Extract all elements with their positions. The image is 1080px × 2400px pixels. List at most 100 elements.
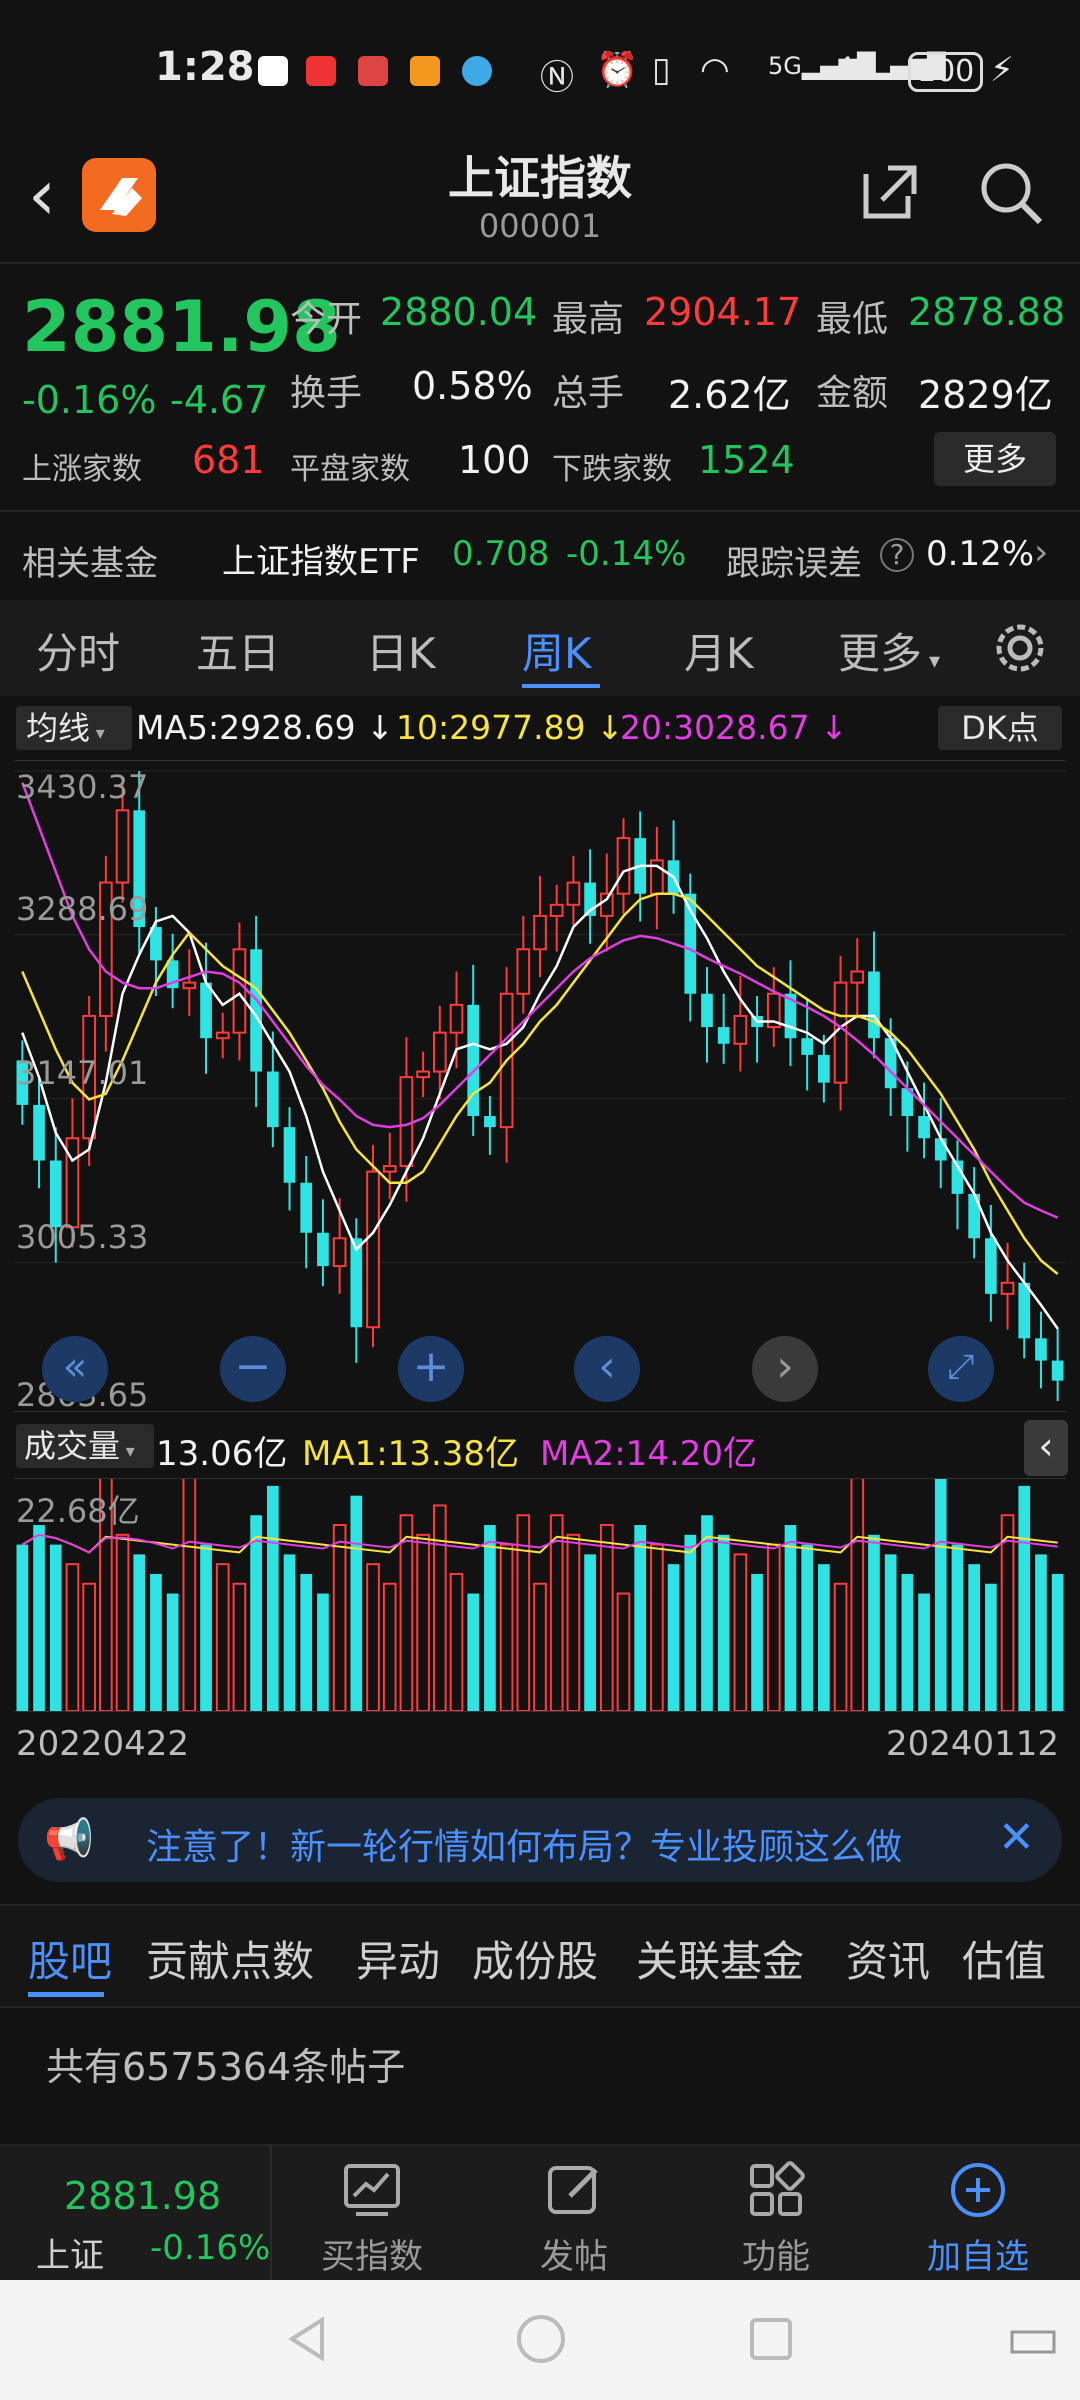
volume-bar (399, 1514, 414, 1711)
post-count: 共有6575364条帖子 (46, 2045, 406, 2089)
volume-bar (650, 1543, 664, 1711)
post-button[interactable]: 发帖 (494, 2146, 654, 2278)
dropdown-icon: ▾ (922, 649, 941, 674)
candle (266, 1071, 279, 1128)
candle (533, 914, 547, 951)
candle (850, 970, 865, 984)
mini-price: 2881.98 (64, 2174, 222, 2218)
dropdown-icon: ▾ (120, 1441, 135, 1462)
alarm-icon: ⏰ (596, 50, 639, 90)
amount-value: 2829亿 (918, 373, 1053, 417)
candle (918, 1116, 930, 1139)
dk-point-button[interactable]: DK点 (938, 706, 1062, 750)
candle (549, 903, 564, 917)
volume-bar (1018, 1485, 1031, 1711)
volume-selector-label: 成交量 (24, 1427, 121, 1465)
low-value: 2878.88 (908, 290, 1066, 334)
app-notification-icon (462, 56, 492, 86)
volume-bar (667, 1564, 680, 1711)
tab-constituents[interactable]: 成份股 (472, 1928, 598, 1989)
volume-bar (818, 1564, 830, 1711)
zoom-in-icon[interactable]: + (398, 1336, 464, 1402)
tab-intraday[interactable]: 分时 (36, 620, 120, 681)
tab-daily-k[interactable]: 日K (366, 620, 436, 681)
volume-bar (801, 1544, 814, 1711)
share-button[interactable] (858, 160, 922, 228)
candle (350, 1238, 363, 1328)
fund-name: 上证指数ETF (222, 542, 420, 582)
candle (300, 1182, 313, 1233)
candle (382, 1165, 397, 1173)
volume-chart-area[interactable] (14, 1478, 1066, 1712)
open-label: 今开 (290, 299, 363, 340)
search-button[interactable] (978, 160, 1044, 230)
mini-index-name: 上证 (36, 2236, 104, 2276)
volume-indicator-selector[interactable]: 成交量 ▾ (16, 1424, 154, 1468)
volume-bar (584, 1554, 596, 1711)
volume-bar (332, 1524, 347, 1711)
zoom-out-icon[interactable]: − (220, 1336, 286, 1402)
up-count-label: 上涨家数 (22, 452, 142, 487)
candle (985, 1238, 997, 1294)
volume-bar (701, 1515, 713, 1711)
tab-weekly-k[interactable]: 周K (522, 620, 592, 681)
collapse-panel-icon[interactable]: ‹ (1024, 1420, 1068, 1476)
step-right-icon[interactable]: › (752, 1336, 818, 1402)
functions-label: 功能 (742, 2237, 810, 2277)
nav-recents-icon[interactable] (746, 2314, 796, 2364)
up-count: 681 (192, 438, 265, 482)
candle (283, 1127, 296, 1183)
chart-settings-button[interactable] (992, 620, 1048, 680)
low-label: 最低 (816, 299, 889, 340)
amount-label: 金额 (816, 373, 889, 414)
nav-home-icon[interactable] (514, 2312, 568, 2366)
chevron-right-icon: › (1034, 532, 1049, 573)
candle (701, 993, 713, 1028)
tab-valuation[interactable]: 估值 (962, 1928, 1046, 1989)
y-axis-label: 3430.37 (16, 768, 149, 806)
candle (232, 948, 247, 1034)
more-button[interactable]: 更多 (934, 432, 1056, 486)
volume-bar (300, 1573, 313, 1711)
candle (317, 1232, 329, 1267)
related-fund-row[interactable]: 相关基金 上证指数ETF 0.708 -0.14% 跟踪误差 ? 0.12% › (0, 512, 1080, 598)
volume-bar (33, 1525, 45, 1711)
tab-related-funds[interactable]: 关联基金 (636, 1928, 804, 1989)
close-icon[interactable]: ✕ (998, 1812, 1035, 1863)
step-left-icon[interactable]: ‹ (574, 1336, 640, 1402)
kline-chart-area[interactable] (14, 760, 1066, 1412)
tab-movements[interactable]: 异动 (356, 1928, 440, 1989)
tab-contribution[interactable]: 贡献点数 (146, 1928, 314, 1989)
volume-bar (232, 1582, 247, 1711)
tab-forum[interactable]: 股吧 (28, 1928, 112, 1989)
dropdown-icon: ▾ (90, 723, 105, 744)
volume-bar (432, 1504, 447, 1711)
y-axis-label: 3288.69 (16, 890, 149, 928)
tab-news[interactable]: 资讯 (846, 1928, 930, 1989)
turnover-label: 换手 (290, 373, 363, 414)
fullscreen-icon[interactable]: ⤢ (928, 1336, 994, 1402)
functions-button[interactable]: 功能 (696, 2146, 856, 2278)
help-icon[interactable]: ? (880, 538, 914, 572)
volume-bar (416, 1533, 430, 1711)
app-notification-icon (306, 56, 336, 86)
promo-banner[interactable]: 📢 注意了！新一轮行情如何布局？专业投顾这么做 ✕ (18, 1798, 1062, 1882)
volume-bar (484, 1525, 496, 1711)
ma-selector[interactable]: 均线 ▾ (16, 706, 132, 750)
tab-monthly-k[interactable]: 月K (684, 620, 754, 681)
tab-five-day[interactable]: 五日 (196, 620, 280, 681)
scroll-left-fast-icon[interactable]: « (42, 1336, 108, 1402)
app-notification-icon (410, 56, 440, 86)
buy-index-button[interactable]: 买指数 (292, 2146, 452, 2278)
candle (432, 1031, 447, 1073)
down-count: 1524 (698, 438, 795, 482)
add-watchlist-button[interactable]: 加自选 (898, 2146, 1058, 2278)
candle (1051, 1360, 1064, 1381)
volume-bar (16, 1544, 29, 1711)
megaphone-icon: 📢 (44, 1817, 94, 1863)
tab-more[interactable]: 更多 ▾ (838, 620, 940, 681)
ma10-text: 10:2977.89 (396, 708, 586, 747)
volume-bar (884, 1554, 897, 1711)
volume-bar (766, 1543, 781, 1711)
nav-back-icon[interactable] (282, 2314, 332, 2364)
